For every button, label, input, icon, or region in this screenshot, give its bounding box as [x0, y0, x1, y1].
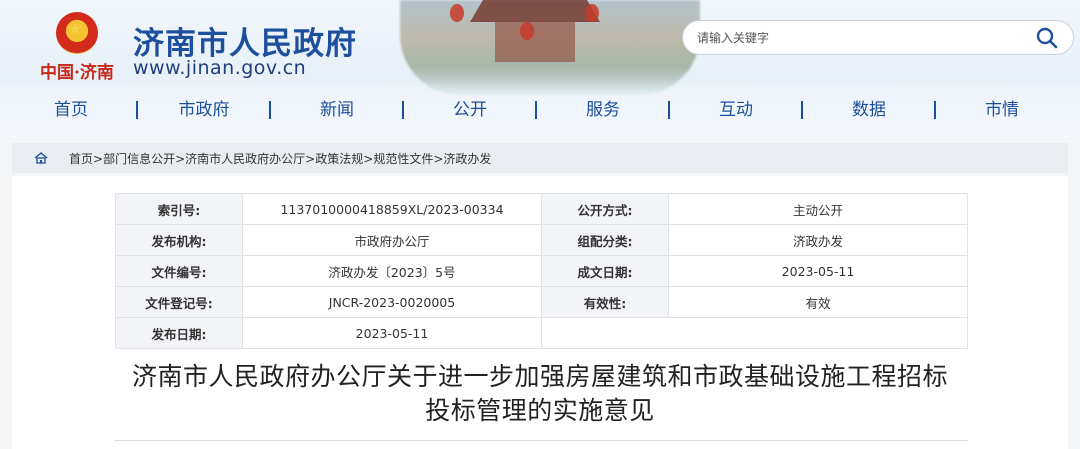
document-title-line: 济南市人民政府办公厅关于进一步加强房屋建筑和市政基础设施工程招标: [131, 362, 948, 391]
breadcrumb: 首页>部门信息公开>济南市人民政府办公厅>政策法规>规范性文件>济政办发: [12, 143, 1068, 173]
breadcrumb-separator: >: [363, 152, 374, 166]
document-title-line: 投标管理的实施意见: [425, 396, 655, 425]
validity-label: 有效性:: [541, 286, 669, 318]
nav-separator: [402, 101, 404, 119]
nav-item-data[interactable]: 数据: [829, 95, 909, 125]
title-divider: [115, 440, 968, 441]
disclosure-method-value: 主动公开: [668, 193, 968, 225]
nav-item-interaction[interactable]: 互动: [696, 95, 776, 125]
document-number-value: 济政办发〔2023〕5号: [242, 255, 542, 287]
nav-separator: [934, 101, 936, 119]
nav-item-news[interactable]: 新闻: [297, 95, 377, 125]
main-nav: 首页 市政府 新闻 公开 服务 互动 数据 市情: [0, 95, 1080, 125]
registration-number-value: JNCR-2023-0020005: [242, 286, 542, 318]
document-panel: 索引号: 113701000041885​9XL/2023-00334 公开方式…: [12, 176, 1068, 449]
breadcrumb-link[interactable]: 规范性文件: [373, 152, 433, 166]
breadcrumb-separator: >: [433, 152, 444, 166]
site-header: ★ 中国·济南 济南市人民政府 www.jinan.gov.cn 首页 市政府 …: [0, 0, 1080, 137]
breadcrumb-link[interactable]: 济政办发: [443, 152, 491, 166]
nav-item-disclosure[interactable]: 公开: [430, 95, 510, 125]
written-date-value: 2023-05-11: [668, 255, 968, 287]
document-number-label: 文件编号:: [115, 255, 243, 287]
pavilion-roof-decoration: [470, 0, 600, 22]
lantern-decoration: [450, 4, 464, 22]
search-icon[interactable]: [1035, 26, 1059, 50]
nav-separator: [801, 101, 803, 119]
disclosure-method-label: 公开方式:: [541, 193, 669, 225]
category-label: 组配分类:: [541, 224, 669, 256]
nav-separator: [269, 101, 271, 119]
issuing-agency-label: 发布机构:: [115, 224, 243, 256]
site-url: www.jinan.gov.cn: [133, 57, 307, 79]
registration-number-label: 文件登记号:: [115, 286, 243, 318]
index-number-value: 113701000041885​9XL/2023-00334: [242, 193, 542, 225]
breadcrumb-link[interactable]: 部门信息公开: [103, 152, 175, 166]
home-icon[interactable]: [34, 152, 48, 164]
issuing-agency-value: 市政府办公厅: [242, 224, 542, 256]
index-number-label: 索引号:: [115, 193, 243, 225]
empty-cell: [541, 317, 968, 349]
table-row: 文件编号: 济政办发〔2023〕5号 成文日期: 2023-05-11: [115, 255, 968, 287]
document-metadata-table: 索引号: 113701000041885​9XL/2023-00334 公开方式…: [115, 193, 968, 349]
lantern-decoration: [520, 22, 534, 40]
publish-date-label: 发布日期:: [115, 317, 243, 349]
nav-separator: [535, 101, 537, 119]
document-title: 济南市人民政府办公厅关于进一步加强房屋建筑和市政基础设施工程招标 投标管理的实施…: [52, 360, 1028, 428]
breadcrumb-link[interactable]: 政策法规: [315, 152, 363, 166]
nav-item-home[interactable]: 首页: [31, 95, 111, 125]
breadcrumb-trail: 首页>部门信息公开>济南市人民政府办公厅>政策法规>规范性文件>济政办发: [69, 150, 491, 167]
table-row: 索引号: 113701000041885​9XL/2023-00334 公开方式…: [115, 193, 968, 225]
category-value: 济政办发: [668, 224, 968, 256]
search-input[interactable]: [697, 29, 1017, 47]
table-row: 发布日期: 2023-05-11: [115, 317, 968, 349]
validity-value: 有效: [668, 286, 968, 318]
lantern-decoration: [585, 4, 599, 22]
national-emblem-icon: ★: [56, 12, 98, 54]
breadcrumb-link[interactable]: 济南市人民政府办公厅: [185, 152, 305, 166]
breadcrumb-separator: >: [305, 152, 316, 166]
breadcrumb-separator: >: [175, 152, 186, 166]
star-icon: ★: [68, 19, 83, 38]
breadcrumb-link[interactable]: 首页: [69, 152, 93, 166]
pavilion-decoration: [495, 22, 575, 62]
nav-separator: [136, 101, 138, 119]
nav-item-government[interactable]: 市政府: [164, 95, 244, 125]
written-date-label: 成文日期:: [541, 255, 669, 287]
publish-date-value: 2023-05-11: [242, 317, 542, 349]
logo-tagline: 中国·济南: [40, 63, 114, 83]
nav-item-services[interactable]: 服务: [563, 95, 643, 125]
nav-separator: [668, 101, 670, 119]
nav-item-city-info[interactable]: 市情: [962, 95, 1042, 125]
search-box: [682, 20, 1074, 55]
breadcrumb-separator: >: [93, 152, 104, 166]
table-row: 发布机构: 市政府办公厅 组配分类: 济政办发: [115, 224, 968, 256]
table-row: 文件登记号: JNCR-2023-0020005 有效性: 有效: [115, 286, 968, 318]
